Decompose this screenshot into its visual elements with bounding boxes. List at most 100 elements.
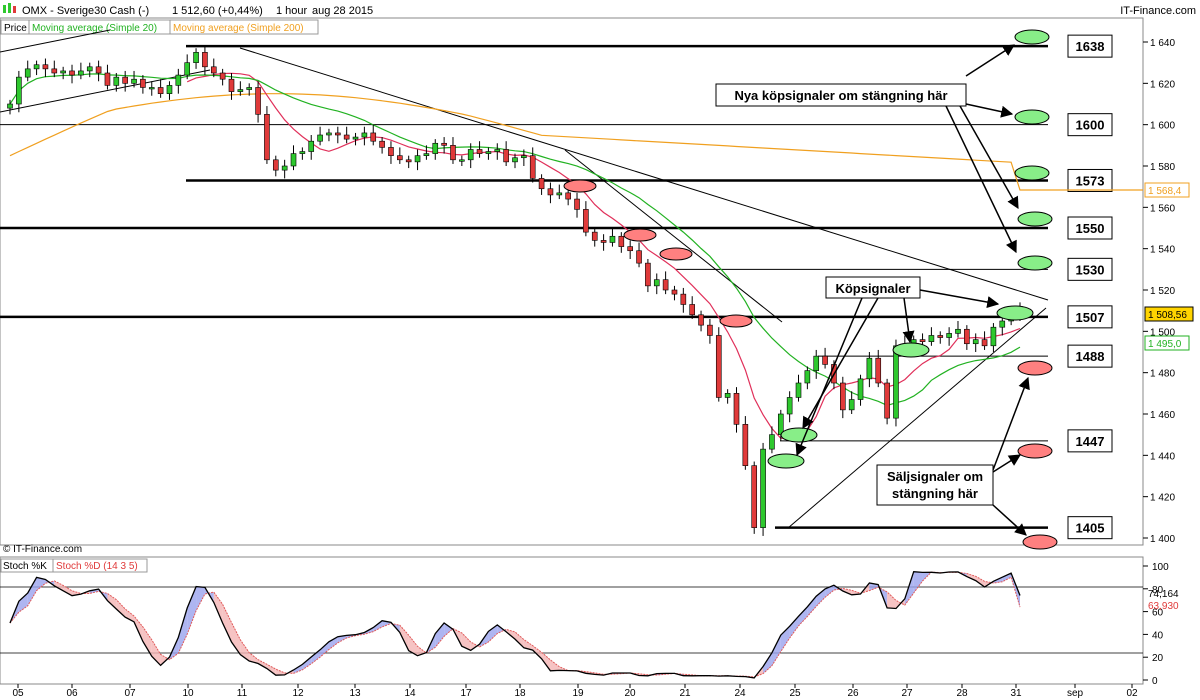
candle xyxy=(715,327,722,402)
level-label: 1507 xyxy=(1076,310,1105,325)
x-tick-label: 10 xyxy=(182,688,194,699)
sell-signal-ellipse xyxy=(659,247,693,261)
price-tick-label: 1 440 xyxy=(1150,451,1175,462)
stoch-tick-label: 0 xyxy=(1152,676,1158,687)
stoch-tick-label: 100 xyxy=(1152,562,1169,573)
candle xyxy=(264,106,270,164)
x-tick-label: 20 xyxy=(624,688,636,699)
annotation-buy-new-text: Nya köpsignaler om stängning här xyxy=(734,88,947,103)
x-tick-label: 18 xyxy=(514,688,526,699)
sell-signal-ellipse xyxy=(623,228,657,242)
x-tick-label: 14 xyxy=(404,688,416,699)
chart-interval: 1 hour xyxy=(276,5,308,17)
price-axis: 1 6401 6201 6001 5801 5601 5401 5201 500… xyxy=(1143,38,1175,545)
candle xyxy=(884,378,890,425)
stoch-axis: 100806040200 xyxy=(1143,562,1169,687)
x-tick-label: 11 xyxy=(237,688,248,699)
price-tick-label: 1 540 xyxy=(1150,245,1175,256)
level-label: 1488 xyxy=(1076,349,1105,364)
x-tick-label: 05 xyxy=(12,688,24,699)
buy-target-ellipse xyxy=(1017,255,1053,271)
legend-row: Price Moving average (Simple 20) Moving … xyxy=(0,19,319,35)
price-tick-label: 1 600 xyxy=(1150,121,1175,132)
candle xyxy=(751,461,758,534)
x-tick-label: 25 xyxy=(789,688,801,699)
stoch-legend: Stoch %K Stoch %D (14 3 5) xyxy=(0,558,148,573)
buy-signal-ellipse xyxy=(996,305,1034,321)
x-tick-label: 31 xyxy=(1010,688,1022,699)
annotation-buy: Köpsignaler xyxy=(825,276,921,299)
level-label: 1573 xyxy=(1076,173,1105,188)
sell-signal-ellipse xyxy=(719,314,753,328)
x-tick-label: sep xyxy=(1067,688,1084,699)
ma20-value-label: 1 495,0 xyxy=(1148,339,1182,350)
buy-signal-ellipse xyxy=(767,453,805,469)
sell-target-ellipse xyxy=(1017,443,1053,459)
sell-target-ellipse xyxy=(1022,534,1058,550)
price-tick-label: 1 420 xyxy=(1150,493,1175,504)
price-tick-label: 1 580 xyxy=(1150,162,1175,173)
x-tick-label: 06 xyxy=(66,688,78,699)
stoch-tick-label: 40 xyxy=(1152,630,1164,641)
level-label: 1600 xyxy=(1076,118,1105,133)
title-bar: OMX - Sverige30 Cash (-) 1 512,60 (+0,44… xyxy=(3,3,1196,17)
chart-symbol: OMX - Sverige30 Cash (-) xyxy=(22,5,149,17)
ma200-value-label: 1 568,4 xyxy=(1148,186,1182,197)
copyright-label: © IT-Finance.com xyxy=(3,544,82,555)
stoch-d-value: 63,930 xyxy=(1148,601,1179,612)
x-tick-label: 26 xyxy=(847,688,859,699)
price-tick-label: 1 400 xyxy=(1150,534,1175,545)
annotation-sell-line1: Säljsignaler om xyxy=(887,469,983,484)
x-tick-label: 28 xyxy=(956,688,968,699)
x-tick-label: 24 xyxy=(734,688,746,699)
price-tick-label: 1 480 xyxy=(1150,369,1175,380)
level-label: 1447 xyxy=(1076,434,1105,449)
buy-target-ellipse xyxy=(1014,29,1050,45)
level-label: 1530 xyxy=(1076,262,1105,277)
annotation-buy-new: Nya köpsignaler om stängning här xyxy=(715,83,967,107)
brand-label: IT-Finance.com xyxy=(1120,5,1196,17)
buy-signal-ellipse xyxy=(892,342,930,358)
x-tick-label: 27 xyxy=(901,688,913,699)
x-tick-label: 02 xyxy=(1126,688,1138,699)
price-tick-label: 1 640 xyxy=(1150,38,1175,49)
sell-signal-ellipse xyxy=(563,179,597,193)
stoch-tick-label: 20 xyxy=(1152,653,1164,664)
stoch-k-value: 74,164 xyxy=(1148,589,1179,600)
x-tick-label: 12 xyxy=(292,688,304,699)
x-tick-label: 19 xyxy=(572,688,584,699)
stoch-k-label: Stoch %K xyxy=(3,561,47,572)
stoch-value-markers: 74,164 63,930 xyxy=(1148,589,1179,612)
chart-quote: 1 512,60 (+0,44%) xyxy=(172,5,263,17)
level-label: 1638 xyxy=(1076,39,1105,54)
x-tick-label: 13 xyxy=(349,688,361,699)
level-label: 1405 xyxy=(1076,521,1105,536)
chart-date: aug 28 2015 xyxy=(312,5,373,17)
candle xyxy=(760,442,766,536)
buy-target-ellipse xyxy=(1014,165,1050,181)
chart-svg: OMX - Sverige30 Cash (-) 1 512,60 (+0,44… xyxy=(0,3,1196,699)
x-tick-label: 17 xyxy=(460,688,472,699)
candle xyxy=(742,416,749,470)
last-price-label: 1 508,56 xyxy=(1148,310,1187,321)
price-tick-label: 1 520 xyxy=(1150,286,1175,297)
legend-price: Price xyxy=(4,23,27,34)
price-tick-label: 1 560 xyxy=(1150,203,1175,214)
x-axis: 05 06 07 10 11 12 13 14 17 18 19 20 21 24 25 26 27 28 31 se… xyxy=(12,684,1138,699)
annotation-buy-text: Köpsignaler xyxy=(835,281,910,296)
x-tick-label: 07 xyxy=(124,688,136,699)
legend-ma200: Moving average (Simple 200) xyxy=(173,23,304,34)
buy-signal-ellipse xyxy=(780,427,818,443)
buy-target-ellipse xyxy=(1017,211,1053,227)
annotation-sell: Säljsignaler om stängning här xyxy=(876,464,994,506)
sell-target-ellipse xyxy=(1017,360,1053,376)
legend-ma20: Moving average (Simple 20) xyxy=(32,23,157,34)
price-tick-label: 1 620 xyxy=(1150,79,1175,90)
price-tick-label: 1 460 xyxy=(1150,410,1175,421)
stoch-d-label: Stoch %D (14 3 5) xyxy=(56,561,138,572)
x-tick-label: 21 xyxy=(679,688,691,699)
chart-root: OMX - Sverige30 Cash (-) 1 512,60 (+0,44… xyxy=(0,0,1200,700)
annotation-sell-line2: stängning här xyxy=(892,486,978,501)
level-label: 1550 xyxy=(1076,221,1105,236)
buy-target-ellipse xyxy=(1014,109,1050,125)
